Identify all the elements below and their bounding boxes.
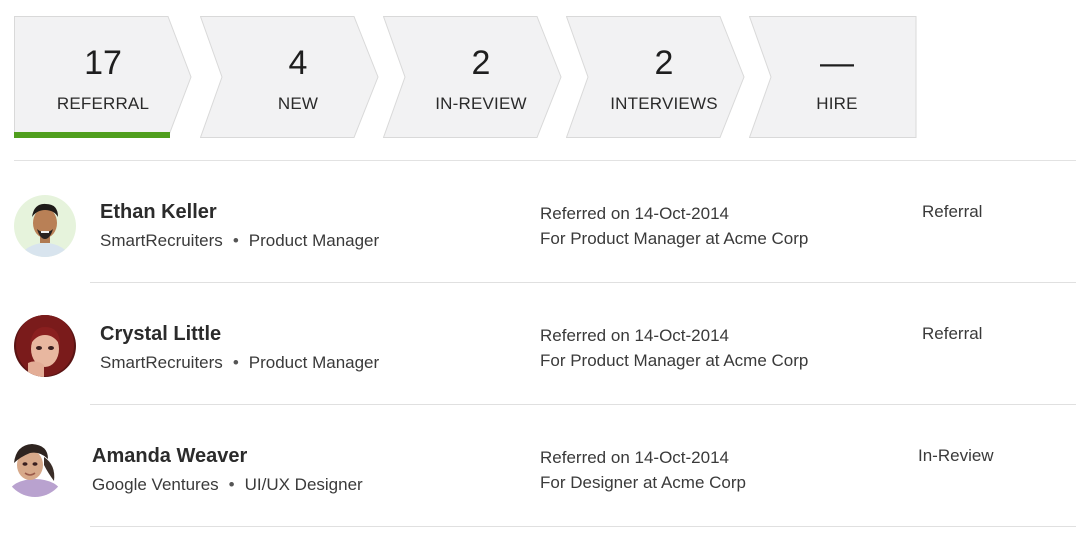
stage-new[interactable]: 4 NEW — [200, 16, 380, 138]
row-divider — [90, 526, 1076, 527]
candidate-status: In-Review — [918, 446, 994, 465]
stage-count: 2 — [471, 44, 491, 82]
avatar-photo — [4, 435, 66, 497]
avatar[interactable] — [14, 315, 76, 377]
avatar-photo — [14, 195, 76, 257]
avatar[interactable] — [4, 435, 66, 497]
avatar-photo — [14, 315, 76, 377]
stage-count: 17 — [84, 44, 122, 82]
stage-hire[interactable]: — HIRE — [749, 16, 917, 138]
referral-info: Referred on 14-Oct-2014 For Product Mana… — [540, 201, 808, 251]
pipeline-stages: 17 REFERRAL 4 NEW 2 IN-REVIEW 2 INTERVIE… — [14, 16, 924, 140]
referral-info: Referred on 14-Oct-2014 For Product Mana… — [540, 323, 808, 373]
stage-label: REFERRAL — [56, 94, 150, 113]
stage-interviews[interactable]: 2 INTERVIEWS — [566, 16, 746, 138]
candidate-name[interactable]: Crystal Little — [100, 323, 221, 346]
candidate-title: Product Manager — [248, 231, 380, 250]
stage-count: 2 — [654, 44, 674, 82]
stage-count: — — [820, 44, 854, 82]
candidate-name[interactable]: Amanda Weaver — [92, 445, 247, 468]
active-stage-indicator — [14, 132, 170, 138]
referred-date: Referred on 14-Oct-2014 — [540, 448, 729, 467]
referred-date: Referred on 14-Oct-2014 — [540, 204, 729, 223]
candidate-row[interactable]: Amanda Weaver Google Ventures • UI/UX Desi… — [0, 405, 1076, 527]
referred-date: Referred on 14-Oct-2014 — [540, 326, 729, 345]
referred-for: For Designer at Acme Corp — [540, 473, 746, 492]
candidate-row[interactable]: Ethan Keller SmartRecruiters • Product Man… — [0, 161, 1076, 283]
referral-info: Referred on 14-Oct-2014 For Designer at … — [540, 445, 746, 495]
stage-label: NEW — [277, 94, 319, 113]
separator-dot: • — [232, 231, 239, 250]
stage-in-review[interactable]: 2 IN-REVIEW — [383, 16, 563, 138]
referred-for: For Product Manager at Acme Corp — [540, 351, 809, 370]
candidate-details: SmartRecruiters • Product Manager — [100, 353, 379, 373]
separator-dot: • — [228, 475, 235, 494]
candidate-name[interactable]: Ethan Keller — [100, 201, 217, 224]
candidate-details: Google Ventures • UI/UX Designer — [92, 475, 363, 495]
candidate-title: Product Manager — [248, 353, 380, 372]
candidate-row[interactable]: Crystal Little SmartRecruiters • Product M… — [0, 283, 1076, 405]
separator-dot: • — [232, 353, 239, 372]
candidate-details: SmartRecruiters • Product Manager — [100, 231, 379, 251]
referred-for: For Product Manager at Acme Corp — [540, 229, 809, 248]
stage-label: INTERVIEWS — [610, 94, 718, 113]
candidate-company: SmartRecruiters — [100, 231, 223, 250]
candidate-status: Referral — [922, 202, 983, 221]
candidate-company: Google Ventures — [92, 475, 219, 494]
stage-label: IN-REVIEW — [435, 94, 527, 113]
candidate-title: UI/UX Designer — [244, 475, 363, 494]
stage-referral[interactable]: 17 REFERRAL — [14, 16, 192, 138]
candidate-company: SmartRecruiters — [100, 353, 223, 372]
stage-count: 4 — [288, 44, 308, 82]
candidate-status: Referral — [922, 324, 983, 343]
stage-label: HIRE — [816, 94, 858, 113]
avatar[interactable] — [14, 195, 76, 257]
